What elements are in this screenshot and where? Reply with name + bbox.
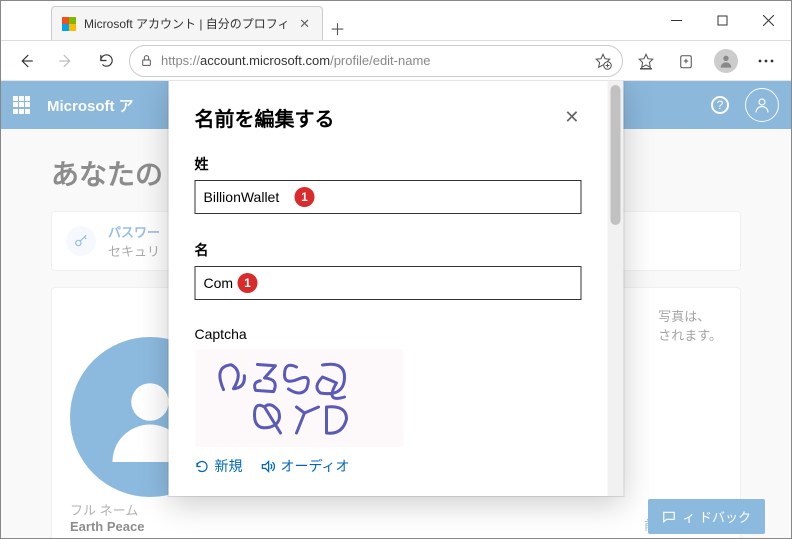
annotation-badge-2: 1 — [238, 273, 258, 293]
browser-tab[interactable]: Microsoft アカウント | 自分のプロフィ ✕ — [51, 6, 323, 40]
captcha-image — [195, 348, 405, 448]
audio-icon — [261, 459, 276, 474]
collections-button[interactable] — [669, 44, 703, 78]
tab-close-icon[interactable]: ✕ — [298, 17, 312, 31]
close-window-button[interactable] — [745, 1, 791, 40]
first-name-label: 名 — [195, 240, 582, 260]
captcha-audio-link[interactable]: オーディオ — [261, 456, 350, 476]
scrollbar-thumb[interactable] — [611, 85, 621, 225]
captcha-new-link[interactable]: 新規 — [195, 456, 243, 476]
new-tab-button[interactable]: ＋ — [323, 16, 353, 40]
lock-icon — [140, 54, 153, 67]
menu-button[interactable] — [749, 44, 783, 78]
modal-title: 名前を編集する — [195, 103, 335, 132]
modal-scrollbar[interactable] — [608, 81, 624, 496]
favorite-plus-icon[interactable] — [594, 52, 612, 70]
back-button[interactable] — [9, 44, 43, 78]
captcha-label: Captcha — [195, 326, 582, 342]
browser-toolbar: https://account.microsoft.com/profile/ed… — [1, 41, 791, 81]
edit-name-modal: 名前を編集する ✕ 姓 1 名 1 Captcha — [169, 81, 624, 496]
maximize-button[interactable] — [699, 1, 745, 40]
ms-favicon — [62, 17, 76, 31]
minimize-button[interactable] — [653, 1, 699, 40]
titlebar: Microsoft アカウント | 自分のプロフィ ✕ ＋ — [1, 1, 791, 41]
modal-close-icon[interactable]: ✕ — [562, 105, 581, 130]
last-name-input[interactable] — [195, 180, 582, 214]
window-controls — [653, 1, 791, 40]
refresh-icon — [195, 459, 210, 474]
profile-button[interactable] — [709, 44, 743, 78]
address-bar[interactable]: https://account.microsoft.com/profile/ed… — [129, 45, 623, 77]
url-text: https://account.microsoft.com/profile/ed… — [161, 53, 586, 68]
favorites-button[interactable] — [629, 44, 663, 78]
forward-button[interactable] — [49, 44, 83, 78]
tab-title: Microsoft アカウント | 自分のプロフィ — [84, 15, 290, 32]
tab-strip: Microsoft アカウント | 自分のプロフィ ✕ ＋ — [1, 1, 353, 40]
avatar-icon — [714, 49, 738, 73]
annotation-badge-1: 1 — [295, 187, 315, 207]
last-name-label: 姓 — [195, 154, 582, 174]
reload-button[interactable] — [89, 44, 123, 78]
page-viewport: Microsoft ア ? あなたの パスワー セキュリ 写真は、 されます。 … — [1, 81, 791, 538]
